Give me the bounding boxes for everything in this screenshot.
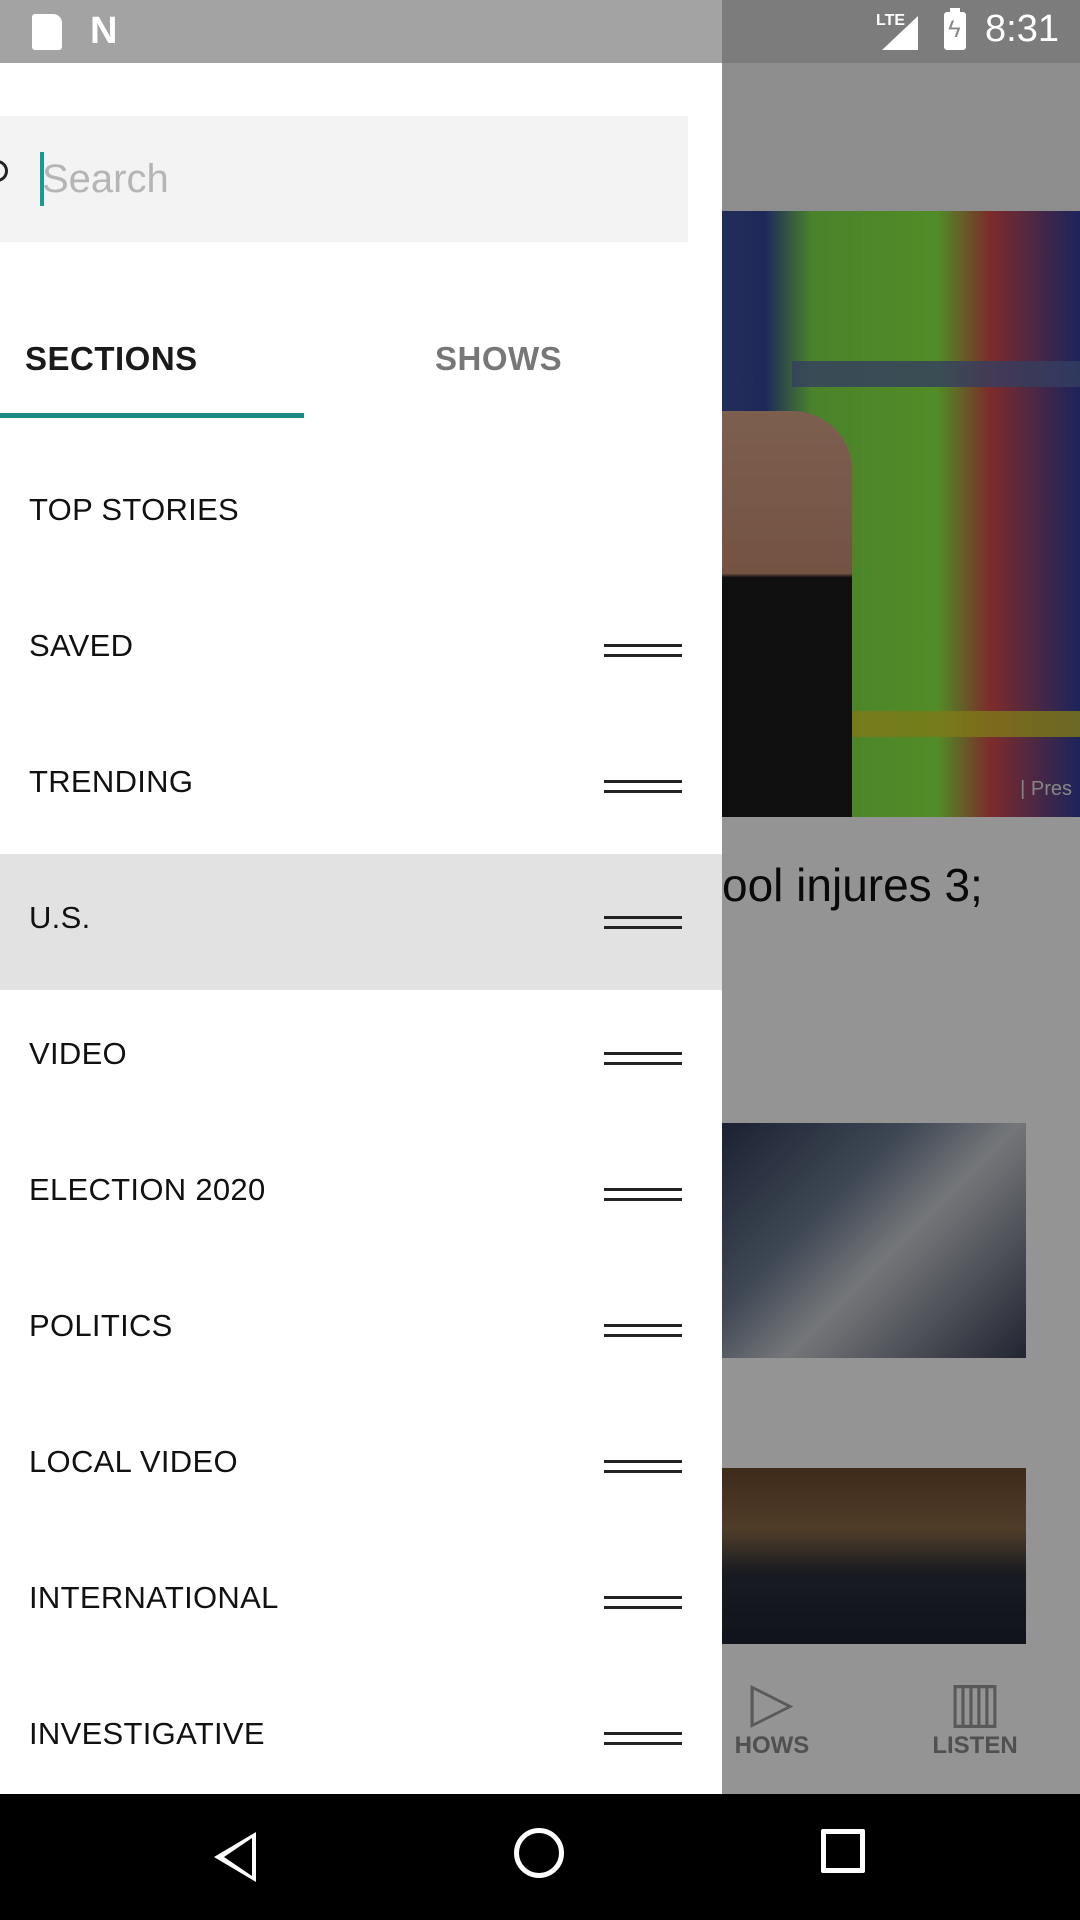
- status-clock: 8:31: [985, 8, 1059, 50]
- drag-handle-icon[interactable]: [604, 644, 682, 657]
- navigation-drawer: SECTIONS SHOWS TOP STORIES SAVED TRENDIN…: [0, 63, 722, 1794]
- section-label: LOCAL VIDEO: [29, 1444, 238, 1479]
- section-label: VIDEO: [29, 1036, 127, 1071]
- tab-sections[interactable]: SECTIONS: [0, 328, 304, 418]
- section-label: POLITICS: [29, 1308, 173, 1343]
- section-label: SAVED: [29, 628, 134, 663]
- drag-handle-icon[interactable]: [604, 1596, 682, 1609]
- recents-icon[interactable]: [821, 1829, 865, 1873]
- section-label: INTERNATIONAL: [29, 1580, 279, 1615]
- section-item-trending[interactable]: TRENDING: [0, 718, 722, 854]
- section-label: INVESTIGATIVE: [29, 1716, 265, 1751]
- drag-handle-icon[interactable]: [604, 1460, 682, 1473]
- section-label: TRENDING: [29, 764, 194, 799]
- search-icon: [0, 160, 8, 182]
- drag-handle-icon[interactable]: [604, 1732, 682, 1745]
- search-input[interactable]: [42, 146, 662, 212]
- drag-handle-icon[interactable]: [604, 1188, 682, 1201]
- home-icon[interactable]: [514, 1828, 564, 1878]
- drag-handle-icon[interactable]: [604, 1324, 682, 1337]
- section-item-video[interactable]: VIDEO: [0, 990, 722, 1126]
- section-label: ELECTION 2020: [29, 1172, 266, 1207]
- sections-list: TOP STORIES SAVED TRENDING U.S. VIDEO EL…: [0, 446, 722, 1806]
- section-item-investigative[interactable]: INVESTIGATIVE: [0, 1670, 722, 1806]
- sd-card-icon: [32, 14, 62, 50]
- system-nav-bar: [0, 1794, 1080, 1920]
- drawer-tabs: SECTIONS SHOWS: [0, 328, 722, 418]
- tab-label: SHOWS: [435, 340, 563, 377]
- n-notification-icon: N: [90, 10, 118, 52]
- drag-handle-icon[interactable]: [604, 1052, 682, 1065]
- section-label: U.S.: [29, 900, 91, 935]
- tab-indicator: [0, 413, 304, 418]
- search-bar[interactable]: [0, 116, 688, 242]
- drag-handle-icon[interactable]: [604, 780, 682, 793]
- section-item-local-video[interactable]: LOCAL VIDEO: [0, 1398, 722, 1534]
- signal-icon: [882, 16, 918, 50]
- status-bar: N LTE ϟ 8:31: [0, 0, 1080, 63]
- section-item-international[interactable]: INTERNATIONAL: [0, 1534, 722, 1670]
- section-item-politics[interactable]: POLITICS: [0, 1262, 722, 1398]
- battery-charging-icon: ϟ: [944, 8, 966, 50]
- section-item-us[interactable]: U.S.: [0, 854, 722, 990]
- tab-shows[interactable]: SHOWS: [304, 328, 722, 418]
- back-icon[interactable]: [214, 1832, 256, 1882]
- section-item-election-2020[interactable]: ELECTION 2020: [0, 1126, 722, 1262]
- section-item-top-stories[interactable]: TOP STORIES: [0, 446, 722, 582]
- section-item-saved[interactable]: SAVED: [0, 582, 722, 718]
- section-label: TOP STORIES: [29, 492, 240, 527]
- drag-handle-icon[interactable]: [604, 916, 682, 929]
- tab-label: SECTIONS: [25, 340, 198, 377]
